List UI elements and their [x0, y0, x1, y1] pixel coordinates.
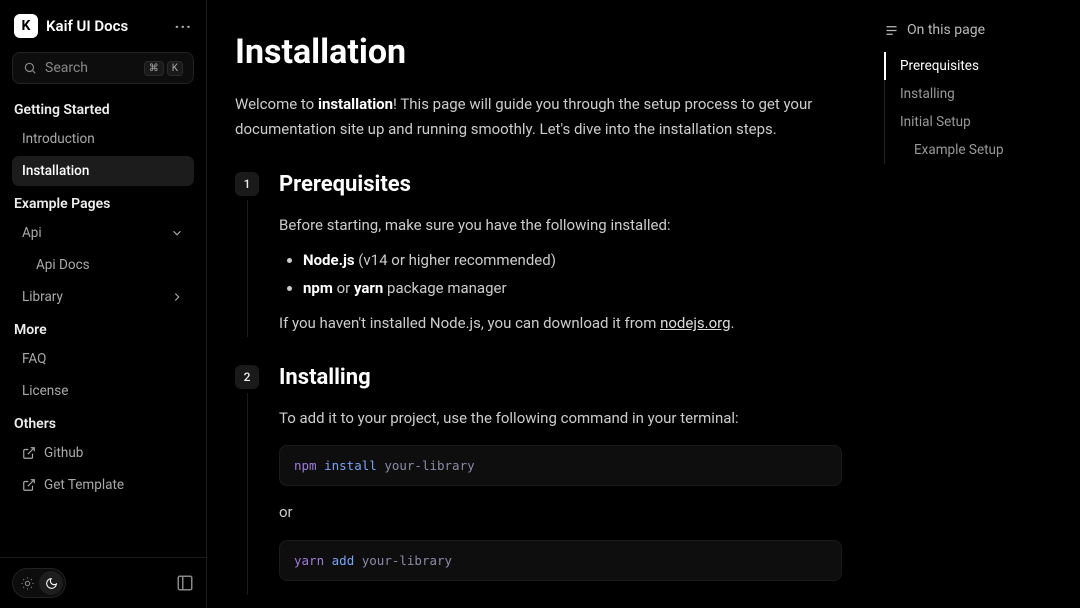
intro-paragraph: Welcome to installation! This page will … [235, 92, 842, 142]
moon-icon [45, 577, 58, 590]
list-item: Node.js (v14 or higher recommended) [303, 248, 842, 274]
brand-link[interactable]: K Kaif UI Docs [14, 14, 128, 38]
sidebar-item-installation[interactable]: Installation [12, 156, 194, 186]
code-block[interactable]: yarn add your-library [279, 540, 842, 581]
list-icon [884, 23, 899, 38]
theme-dark-button[interactable] [39, 571, 63, 595]
sidebar-item-api[interactable]: Api [12, 218, 194, 248]
toc-item-initial-setup[interactable]: Initial Setup [884, 108, 1066, 136]
sidebar-item-library[interactable]: Library [12, 282, 194, 312]
sidebar-item-introduction[interactable]: Introduction [12, 124, 194, 154]
sidebar-item-api-docs[interactable]: Api Docs [12, 250, 194, 280]
sidebar-item-license[interactable]: License [12, 376, 194, 406]
section-heading-prerequisites: Prerequisites [279, 172, 842, 197]
chevron-down-icon [170, 226, 184, 240]
external-link-icon [22, 478, 36, 492]
sun-icon [21, 577, 34, 590]
toc-header: On this page [884, 22, 1066, 38]
brand-row: K Kaif UI Docs ··· [12, 12, 194, 40]
section-heading-installing: Installing [279, 365, 842, 390]
toggle-sidebar-button[interactable] [176, 574, 194, 592]
section-header: More [14, 322, 192, 338]
search-icon [23, 61, 37, 75]
panel-icon [176, 574, 194, 592]
sidebar: K Kaif UI Docs ··· Search ⌘K Getting Sta… [0, 0, 207, 608]
sidebar-item-get-template[interactable]: Get Template [12, 470, 194, 500]
sidebar-item-github[interactable]: Github [12, 438, 194, 468]
section-header: Others [14, 416, 192, 432]
theme-light-button[interactable] [15, 571, 39, 595]
table-of-contents: On this page Prerequisites Installing In… [870, 0, 1080, 608]
external-link-icon [22, 446, 36, 460]
search-input[interactable]: Search ⌘K [12, 52, 194, 84]
sidebar-item-faq[interactable]: FAQ [12, 344, 194, 374]
paragraph: Before starting, make sure you have the … [279, 213, 842, 239]
section-header: Getting Started [14, 102, 192, 118]
list-item: npm or yarn package manager [303, 276, 842, 302]
sidebar-footer [0, 557, 206, 608]
paragraph: If you haven't installed Node.js, you ca… [279, 311, 842, 337]
search-placeholder: Search [45, 60, 88, 76]
code-block[interactable]: npm install your-library [279, 445, 842, 486]
toc-item-example-setup[interactable]: Example Setup [884, 136, 1066, 164]
or-text: or [279, 500, 842, 526]
nodejs-link[interactable]: nodejs.org [660, 314, 730, 332]
paragraph: To add it to your project, use the follo… [279, 406, 842, 432]
brand-title: Kaif UI Docs [46, 17, 128, 35]
chevron-right-icon [170, 290, 184, 304]
section-header: Example Pages [14, 196, 192, 212]
step-number: 1 [235, 172, 259, 196]
main-content: Installation Welcome to installation! Th… [207, 0, 870, 608]
toc-item-installing[interactable]: Installing [884, 80, 1066, 108]
toc-item-prerequisites[interactable]: Prerequisites [884, 52, 1066, 80]
search-shortcut: ⌘K [144, 61, 183, 76]
step-number: 2 [235, 365, 259, 389]
brand-logo: K [14, 14, 38, 38]
page-title: Installation [235, 32, 842, 72]
more-menu-icon[interactable]: ··· [175, 17, 192, 36]
theme-toggle[interactable] [12, 568, 66, 598]
